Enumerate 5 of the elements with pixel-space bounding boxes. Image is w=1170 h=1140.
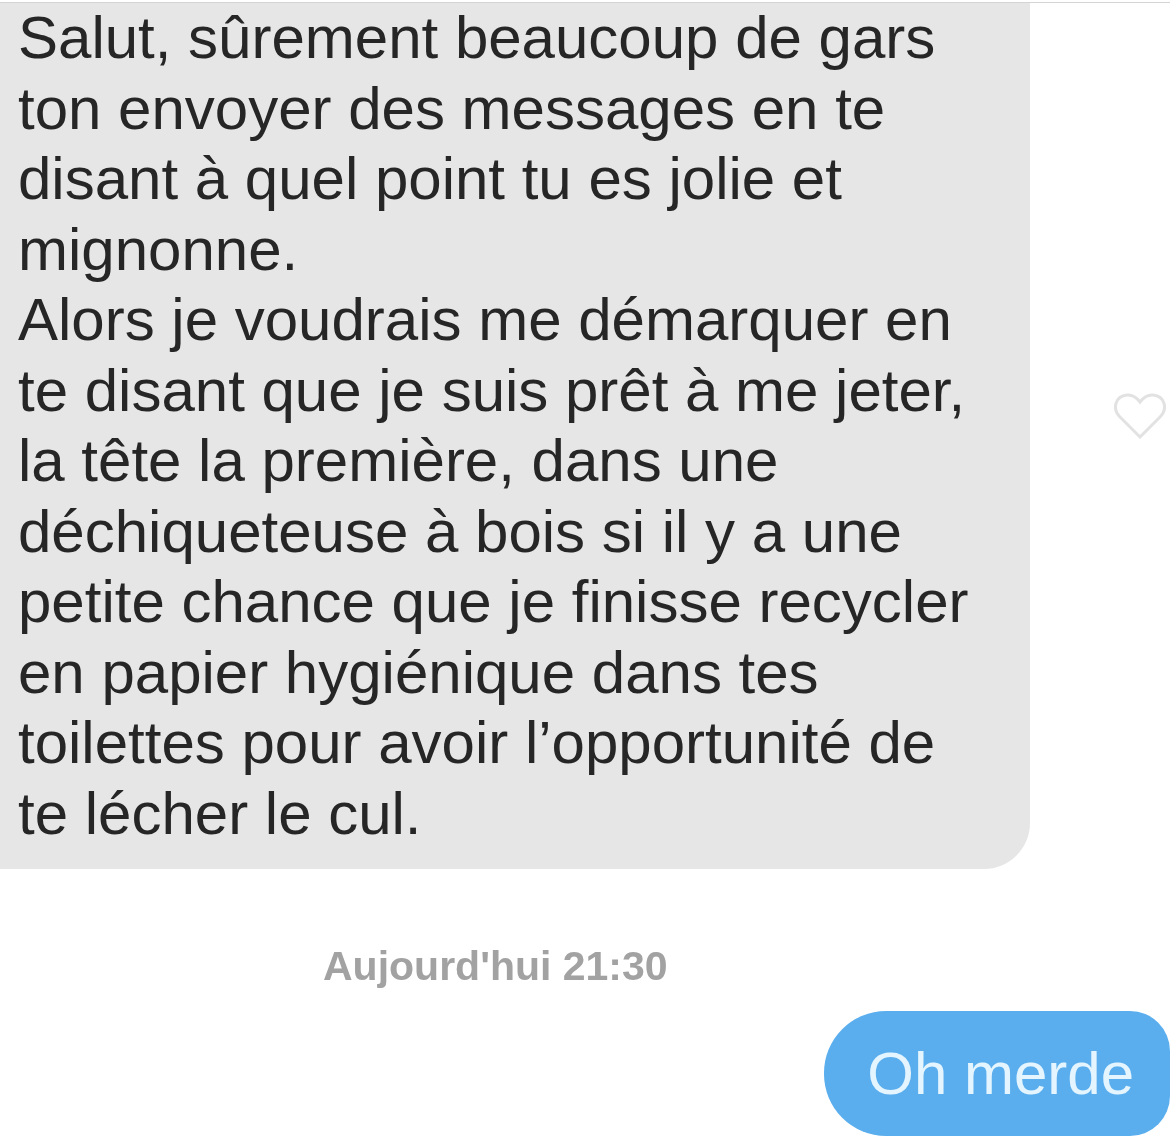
heart-icon[interactable] — [1114, 393, 1166, 439]
message-text: Alors je voudrais me démarquer en te disant que je suis prêt à me jeter, la tête la première, dans une déchiqueteuse à bois si il y a une petite chance que je finisse recycler en papier hygiénique dans tes toilettes pour avoir l’opportunité de te lécher le cul. — [18, 285, 970, 849]
message-text: Salut, sûrement beaucoup de gars ton envoyer des messages en te disant à quel point tu es jolie et mignonne. — [18, 3, 937, 285]
timestamp: Aujourd'hui 21:30 — [323, 942, 668, 990]
message-text: Oh merde — [867, 1038, 1134, 1109]
